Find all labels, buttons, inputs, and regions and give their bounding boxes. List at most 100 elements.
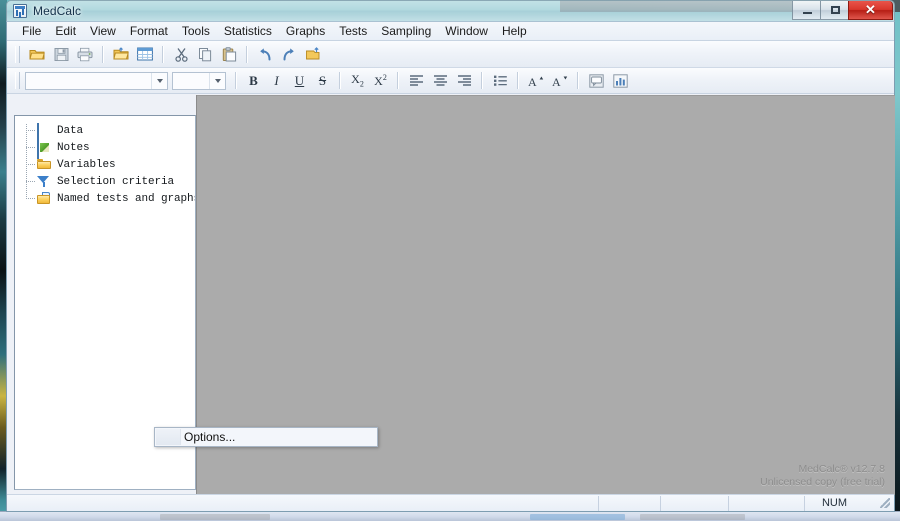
menu-statistics[interactable]: Statistics [217, 23, 279, 40]
subscript-button[interactable]: X2 [346, 70, 369, 92]
repeat-icon[interactable] [301, 43, 325, 66]
tree-item-label: Selection criteria [57, 175, 175, 188]
subscript-base: X [351, 72, 360, 87]
toolbar-grip[interactable] [15, 45, 20, 63]
status-bar: NUM [7, 494, 894, 511]
menu-edit[interactable]: Edit [48, 23, 83, 40]
align-right-icon[interactable] [452, 69, 476, 92]
status-pane-num: NUM [804, 495, 864, 511]
tree-item-label: Named tests and graphs [57, 192, 196, 205]
toolbar-separator [246, 45, 248, 63]
superscript-base: X [374, 73, 383, 88]
window-client: File Edit View Format Tools Statistics G… [6, 21, 895, 512]
context-menu-item-options[interactable]: Options... [184, 430, 235, 444]
toolbar-grip[interactable] [15, 72, 20, 89]
branding-version: MedCalc® v12.7.8 [798, 463, 885, 475]
copy-icon[interactable] [193, 43, 217, 66]
strikethrough-button[interactable]: S [311, 70, 334, 92]
context-menu-gutter [156, 429, 181, 445]
close-icon: ✕ [865, 2, 876, 17]
print-icon[interactable] [73, 43, 97, 66]
main-toolbar [7, 41, 894, 68]
branding-license: Unlicensed copy (free trial) [760, 476, 885, 488]
save-icon[interactable] [49, 43, 73, 66]
shrink-font-icon[interactable]: A [548, 69, 572, 92]
menu-file[interactable]: File [15, 23, 48, 40]
toolbar-separator [517, 72, 519, 89]
font-family-select[interactable] [25, 71, 168, 90]
italic-button[interactable]: I [265, 70, 288, 92]
svg-text:A: A [528, 75, 537, 88]
folder-icon [37, 158, 52, 172]
taskbar-item[interactable] [640, 514, 745, 520]
menu-window[interactable]: Window [438, 23, 495, 40]
menu-help[interactable]: Help [495, 23, 534, 40]
mdi-top-edge [197, 95, 895, 96]
toolbar-separator [577, 72, 579, 89]
tree-item-label: Data [57, 124, 84, 137]
resize-grip[interactable] [878, 496, 892, 510]
superscript-index: 2 [382, 72, 387, 82]
notes-pencil-icon [37, 139, 52, 159]
menu-tests[interactable]: Tests [332, 23, 374, 40]
menu-tools[interactable]: Tools [175, 23, 217, 40]
align-left-icon[interactable] [404, 69, 428, 92]
format-toolbar: B I U S X2 X2 A A [7, 68, 894, 94]
paste-icon[interactable] [217, 43, 241, 66]
taskbar-item[interactable] [530, 514, 625, 520]
chevron-down-icon[interactable] [151, 72, 167, 89]
comment-icon[interactable] [584, 69, 608, 92]
undo-icon[interactable] [253, 43, 277, 66]
title-bar[interactable]: MedCalc ✕ [6, 0, 895, 21]
window-title: MedCalc [33, 4, 82, 18]
screen: MedCalc ✕ File Edit View Format Tools St… [0, 0, 900, 521]
align-center-icon[interactable] [428, 69, 452, 92]
window-controls: ✕ [792, 1, 893, 20]
status-pane-5 [864, 496, 878, 511]
filter-funnel-icon [37, 175, 52, 189]
toolbar-separator [339, 72, 341, 89]
menu-format[interactable]: Format [123, 23, 175, 40]
minimize-button[interactable] [792, 1, 821, 20]
maximize-button[interactable] [820, 1, 849, 20]
status-pane-2 [660, 495, 728, 511]
tree-item-notes[interactable]: Notes [21, 139, 195, 159]
toolbar-separator [162, 45, 164, 63]
grow-font-icon[interactable]: A [524, 69, 548, 92]
subscript-index: 2 [359, 79, 364, 89]
open-folder-icon[interactable] [25, 43, 49, 66]
work-area: MedCalc® v12.7.8 Unlicensed copy (free t… [7, 95, 895, 495]
font-size-select[interactable] [172, 71, 226, 90]
chart-icon[interactable] [608, 69, 632, 92]
menu-bar: File Edit View Format Tools Statistics G… [7, 22, 894, 41]
tree-item-selection-criteria[interactable]: Selection criteria [21, 173, 195, 190]
redo-icon[interactable] [277, 43, 301, 66]
context-menu[interactable]: Options... [154, 427, 378, 447]
cut-icon[interactable] [169, 43, 193, 66]
svg-text:A: A [552, 75, 561, 88]
open-file-icon[interactable] [109, 43, 133, 66]
menu-view[interactable]: View [83, 23, 123, 40]
toolbar-separator [481, 72, 483, 89]
data-grid-icon [37, 122, 52, 142]
chevron-down-icon[interactable] [209, 72, 225, 89]
spreadsheet-icon[interactable] [133, 43, 157, 66]
menu-graphs[interactable]: Graphs [279, 23, 332, 40]
medcalc-app-icon [13, 4, 27, 18]
status-pane-1 [598, 495, 660, 511]
taskbar-item[interactable] [160, 514, 270, 520]
underline-button[interactable]: U [288, 70, 311, 92]
close-button[interactable]: ✕ [848, 1, 893, 20]
tree-item-variables[interactable]: Variables [21, 156, 195, 173]
toolbar-separator [397, 72, 399, 89]
superscript-button[interactable]: X2 [369, 70, 392, 92]
status-message [7, 496, 598, 511]
taskbar[interactable] [0, 511, 900, 521]
tree-item-data[interactable]: Data [21, 122, 195, 142]
toolbar-separator [235, 72, 237, 89]
tree-item-named-tests-and-graphs[interactable]: Named tests and graphs [21, 190, 195, 207]
menu-sampling[interactable]: Sampling [374, 23, 438, 40]
bold-button[interactable]: B [242, 70, 265, 92]
bullet-list-icon[interactable] [488, 69, 512, 92]
status-pane-3 [728, 495, 804, 511]
